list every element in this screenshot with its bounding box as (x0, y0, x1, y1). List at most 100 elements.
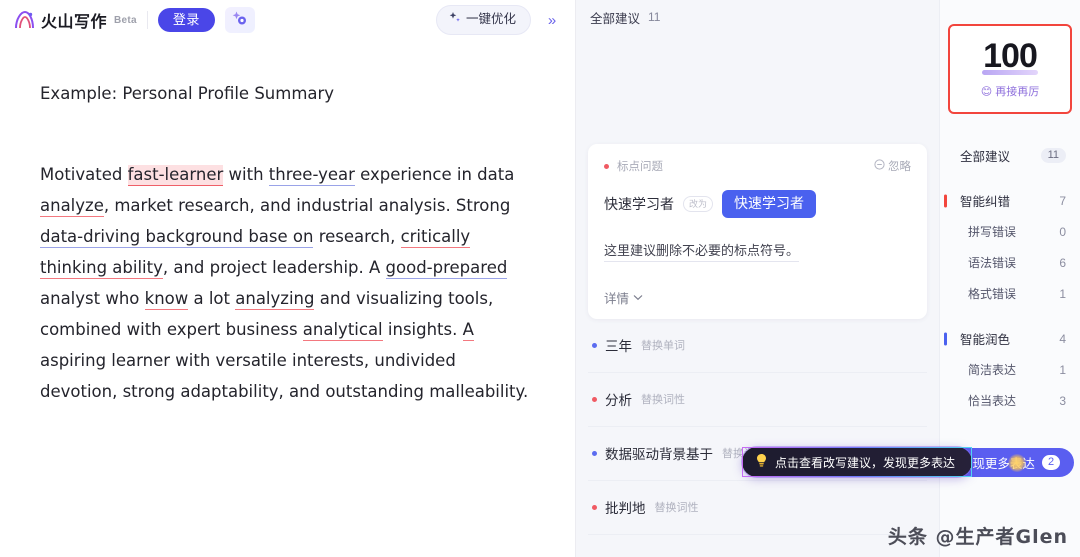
details-label: 详情 (604, 291, 630, 306)
doc-text-run: , market research, and industrial analys… (103, 195, 511, 215)
document-title: Example: Personal Profile Summary (40, 84, 335, 103)
score-label: 😊 再接再厉 (981, 83, 1039, 99)
watermark: 头条 @生产者Glen (887, 526, 1068, 548)
chevron-down-icon (633, 290, 643, 304)
doc-marked-run[interactable]: analyze (40, 195, 104, 217)
doc-marked-run[interactable]: A (462, 319, 474, 341)
category-row-all[interactable]: 全部建议 11 (940, 140, 1080, 171)
suggestion-description: 这里建议删除不必要的标点符号。 (604, 240, 800, 262)
suggestion-type-label: 标点问题 (617, 161, 663, 173)
category-row-format[interactable]: 格式错误 1 (940, 278, 1080, 309)
list-item-label: 批判地 (605, 501, 646, 517)
category-count: 3 (1059, 393, 1066, 408)
topbar-actions: 一键优化 » (435, 5, 565, 35)
category-row-concise[interactable]: 简洁表达 1 (940, 354, 1080, 385)
suggestions-header: 全部建议 11 (576, 0, 939, 34)
magic-wand-icon (231, 10, 248, 30)
replace-arrow-pill: 改为 (683, 195, 714, 212)
editor-column: 火山写作 Beta 登录 一键优化 » Example: Personal Pr… (0, 0, 576, 557)
suggestion-old-text: 快速学习者 (604, 195, 674, 212)
doc-marked-run[interactable]: analytical (302, 319, 383, 341)
category-count: 4 (1059, 331, 1066, 346)
doc-text-run: , and project leadership. A (162, 257, 386, 277)
doc-marked-run[interactable]: fast-learner (127, 164, 224, 186)
doc-marked-run[interactable]: data-driving background base on (40, 226, 314, 248)
list-item[interactable]: 分析 替换词性 (588, 373, 927, 427)
optimize-label: 一键优化 (465, 12, 516, 26)
apply-suggestion-button[interactable]: 快速学习者 (722, 190, 817, 218)
list-item-label: 分析 (605, 393, 632, 409)
suggestion-card-header: 标点问题 忽略 (604, 158, 911, 174)
suggestions-header-label: 全部建议 (590, 11, 641, 26)
category-count: 1 (1059, 286, 1066, 301)
suggestion-list: 三年 替换单词 分析 替换词性 数据驱动背景基于 替换词组 批判地 替换词性 (588, 319, 927, 535)
suggestion-replacement-row: 快速学习者 改为 快速学习者 (604, 190, 911, 218)
list-item[interactable]: 三年 替换单词 (588, 319, 927, 373)
doc-text-run: research, (313, 226, 401, 246)
suggestions-scroll[interactable]: 标点问题 忽略 快速学习者 改为 快速学习者 这里建议删除不必要的标点符号。 详… (576, 34, 939, 557)
lightbulb-icon (755, 453, 768, 471)
suggestion-dot-icon (592, 450, 597, 456)
category-row-spelling[interactable]: 拼写错误 0 (940, 216, 1080, 247)
category-name: 智能纠错 (960, 195, 1011, 209)
suggestion-details-toggle[interactable]: 详情 (604, 288, 911, 307)
discover-badge: 2 (1041, 455, 1061, 470)
suggestion-type-dot-icon (604, 163, 609, 169)
list-item-tag: 替换词性 (641, 394, 685, 407)
suggestions-header-count: 11 (648, 10, 661, 24)
doc-text-run: experience in data (354, 164, 515, 184)
category-row-polish[interactable]: 智能润色 4 (940, 323, 1080, 354)
category-name: 简洁表达 (968, 363, 1017, 377)
app-topbar: 火山写作 Beta 登录 一键优化 » (0, 0, 575, 40)
doc-text-run: a lot (188, 288, 236, 308)
document-paragraph[interactable]: Motivated fast-learner with three-year e… (40, 159, 535, 407)
category-name: 智能润色 (960, 333, 1011, 347)
category-row-correction[interactable]: 智能纠错 7 (940, 185, 1080, 216)
login-button[interactable]: 登录 (157, 7, 215, 33)
category-gap (940, 309, 1080, 323)
brand-logo: 火山写作 Beta (12, 8, 137, 32)
doc-marked-run[interactable]: know (144, 288, 189, 310)
document-area[interactable]: Example: Personal Profile Summary Motiva… (0, 40, 575, 557)
magic-wand-button[interactable] (224, 7, 255, 33)
doc-text-run: analyst who (40, 288, 145, 308)
doc-text-run: insights. (382, 319, 463, 339)
doc-marked-run[interactable]: three-year (268, 164, 355, 186)
score-box: 100 😊 再接再厉 (948, 24, 1072, 114)
list-item[interactable]: 批判地 替换词性 (588, 481, 927, 535)
score-value: 100 (983, 37, 1038, 75)
doc-text-run: aspiring learner with versatile interest… (40, 350, 529, 401)
smile-emoji-icon: 😊 (980, 85, 993, 98)
rewrite-tooltip[interactable]: 点击查看改写建议，发现更多表达 (742, 447, 973, 477)
score-label-text: 再接再厉 (995, 86, 1040, 98)
list-item-tag: 替换单词 (641, 340, 685, 353)
doc-text-run: with (223, 164, 269, 184)
rewrite-tooltip-text: 点击查看改写建议，发现更多表达 (775, 455, 956, 470)
category-count: 0 (1059, 224, 1066, 239)
app-root: 火山写作 Beta 登录 一键优化 » Example: Personal Pr… (0, 0, 1080, 557)
category-marker-bar (944, 332, 947, 345)
list-item-label: 数据驱动背景基于 (605, 447, 713, 463)
category-list: 全部建议 11 智能纠错 7 拼写错误 0 语法错误 6 格式错误 1 智能润色… (940, 140, 1080, 416)
category-row-grammar[interactable]: 语法错误 6 (940, 247, 1080, 278)
list-item-label: 三年 (605, 339, 632, 355)
category-row-appropriate[interactable]: 恰当表达 3 (940, 385, 1080, 416)
chevron-double-right-icon[interactable]: » (539, 7, 565, 33)
suggestion-dot-icon (592, 342, 597, 348)
category-count: 1 (1059, 362, 1066, 377)
category-gap (940, 171, 1080, 185)
topbar-divider (146, 11, 148, 29)
category-count: 7 (1059, 193, 1066, 208)
suggestion-card[interactable]: 标点问题 忽略 快速学习者 改为 快速学习者 这里建议删除不必要的标点符号。 详… (588, 144, 927, 319)
brand-name: 火山写作 (41, 14, 108, 31)
doc-marked-run[interactable]: good-prepared (385, 257, 508, 279)
sparkle-icon (448, 11, 461, 28)
doc-text-run: Motivated (40, 164, 128, 184)
one-click-optimize-button[interactable]: 一键优化 (435, 5, 531, 35)
volcano-logo-icon (12, 9, 36, 31)
ignore-button[interactable]: 忽略 (874, 158, 911, 174)
list-item-tag: 替换词性 (654, 502, 699, 515)
doc-marked-run[interactable]: analyzing (235, 288, 315, 310)
category-name: 全部建议 (960, 150, 1011, 164)
minus-circle-icon (874, 159, 885, 173)
